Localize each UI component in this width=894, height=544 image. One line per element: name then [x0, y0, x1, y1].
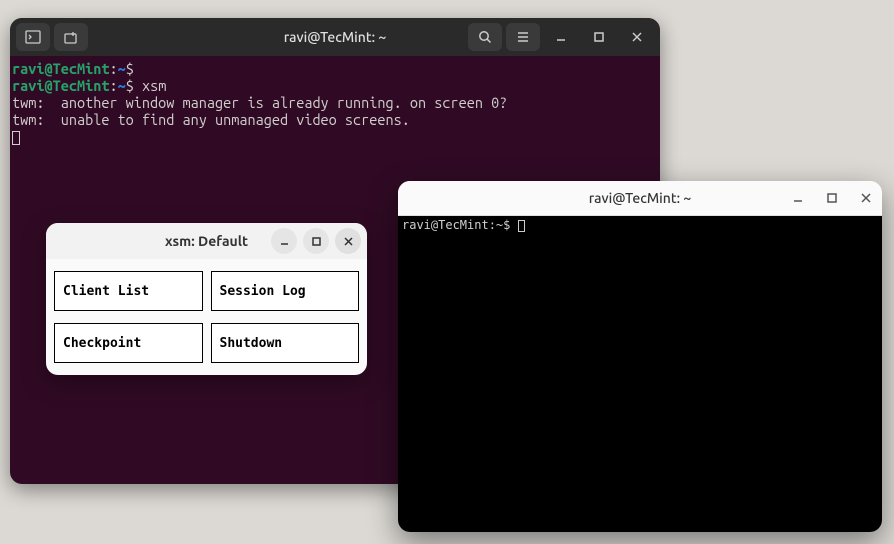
prompt-path: ~: [118, 60, 126, 77]
prompt-symbol: $: [126, 60, 134, 77]
maximize-icon: [826, 192, 838, 204]
cmd-xsm: xsm: [142, 77, 166, 94]
search-icon: [477, 29, 493, 45]
output-line-1: twm: another window manager is already r…: [12, 94, 507, 111]
xsm-button-grid: Client List Session Log Checkpoint Shutd…: [46, 259, 367, 375]
session-log-button[interactable]: Session Log: [211, 271, 360, 311]
minimize-icon: [554, 30, 568, 44]
maximize-button[interactable]: [582, 23, 616, 51]
client-list-button[interactable]: Client List: [54, 271, 203, 311]
prompt-user: ravi: [12, 60, 44, 77]
terminal-content[interactable]: ravi@TecMint:~$: [398, 216, 882, 532]
menu-button[interactable]: [506, 23, 540, 51]
tab-plus-icon: [63, 29, 79, 45]
titlebar[interactable]: ravi@TecMint: ~: [398, 181, 882, 216]
close-button[interactable]: [620, 23, 654, 51]
prompt-line: ravi@TecMint:~$: [402, 218, 518, 232]
minimize-button[interactable]: [271, 228, 297, 254]
xsm-window: xsm: Default Client List Session Log: [46, 223, 367, 375]
search-button[interactable]: [468, 23, 502, 51]
close-icon: [860, 192, 872, 204]
titlebar[interactable]: xsm: Default: [46, 223, 367, 259]
terminal-icon: [25, 29, 41, 45]
checkpoint-button[interactable]: Checkpoint: [54, 323, 203, 363]
titlebar[interactable]: ravi@TecMint: ~: [10, 18, 660, 56]
close-button[interactable]: [335, 228, 361, 254]
output-line-2: twm: unable to find any unmanaged video …: [12, 111, 410, 128]
new-window-button[interactable]: [54, 23, 88, 51]
terminal-content[interactable]: ravi@TecMint:~$ ravi@TecMint:~$ xsm twm:…: [10, 56, 660, 149]
close-icon: [343, 236, 354, 247]
maximize-button[interactable]: [824, 190, 840, 206]
xterm-window: ravi@TecMint: ~ ravi@TecMint:~$: [398, 181, 882, 532]
prompt-host: TecMint: [53, 60, 110, 77]
maximize-button[interactable]: [303, 228, 329, 254]
shutdown-button[interactable]: Shutdown: [211, 323, 360, 363]
cursor: [12, 131, 20, 145]
new-tab-button[interactable]: [16, 23, 50, 51]
minimize-icon: [279, 236, 290, 247]
minimize-button[interactable]: [790, 190, 806, 206]
close-button[interactable]: [858, 190, 874, 206]
minimize-icon: [792, 192, 804, 204]
cursor: [518, 220, 525, 232]
hamburger-icon: [515, 29, 531, 45]
close-icon: [630, 30, 644, 44]
minimize-button[interactable]: [544, 23, 578, 51]
maximize-icon: [592, 30, 606, 44]
maximize-icon: [311, 236, 322, 247]
